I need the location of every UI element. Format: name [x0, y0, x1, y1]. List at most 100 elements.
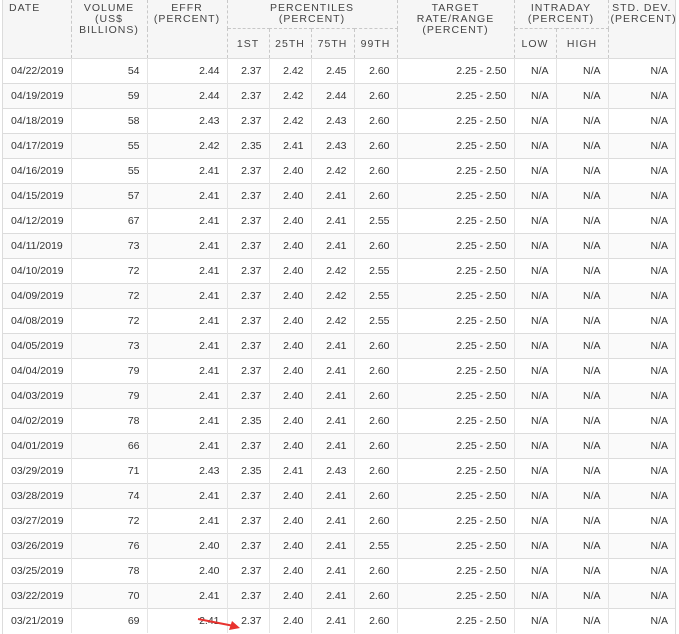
cell-p75: 2.41	[311, 183, 355, 209]
cell-p1: 2.37	[227, 508, 270, 534]
cell-intraday-high: N/A	[556, 258, 609, 284]
cell-p1: 2.37	[227, 83, 270, 109]
cell-p1: 2.35	[227, 458, 270, 484]
table-row: 04/05/2019 73 2.41 2.37 2.40 2.41 2.60 2.25 - 2…	[3, 333, 676, 359]
cell-std-dev: N/A	[608, 183, 676, 209]
cell-target-rate: 2.25 - 2.50	[397, 308, 515, 334]
table-row: 04/01/2019 66 2.41 2.37 2.40 2.41 2.60 2.25 - 2…	[3, 433, 676, 459]
cell-p75: 2.41	[311, 233, 355, 259]
cell-date: 04/04/2019	[3, 358, 72, 384]
cell-intraday-high: N/A	[556, 383, 609, 409]
header-p99[interactable]: 99TH	[354, 28, 398, 59]
cell-intraday-low: N/A	[514, 358, 557, 384]
cell-date: 04/15/2019	[3, 183, 72, 209]
cell-volume: 66	[71, 433, 148, 459]
cell-date: 04/18/2019	[3, 108, 72, 134]
header-p1[interactable]: 1ST	[227, 28, 270, 59]
cell-date: 03/26/2019	[3, 533, 72, 559]
cell-p25: 2.40	[269, 558, 312, 584]
table-row: 04/11/2019 73 2.41 2.37 2.40 2.41 2.60 2.25 - 2…	[3, 233, 676, 259]
cell-intraday-high: N/A	[556, 283, 609, 309]
cell-intraday-high: N/A	[556, 408, 609, 434]
cell-intraday-low: N/A	[514, 433, 557, 459]
cell-p99: 2.60	[354, 183, 398, 209]
cell-intraday-low: N/A	[514, 608, 557, 633]
cell-p25: 2.42	[269, 108, 312, 134]
cell-intraday-low: N/A	[514, 58, 557, 84]
cell-date: 03/28/2019	[3, 483, 72, 509]
cell-target-rate: 2.25 - 2.50	[397, 458, 515, 484]
header-p25[interactable]: 25TH	[269, 28, 312, 59]
cell-p25: 2.40	[269, 333, 312, 359]
cell-target-rate: 2.25 - 2.50	[397, 58, 515, 84]
cell-effr: 2.40	[147, 533, 228, 559]
cell-std-dev: N/A	[608, 233, 676, 259]
table-row: 03/28/2019 74 2.41 2.37 2.40 2.41 2.60 2.25 - 2…	[3, 483, 676, 509]
cell-p25: 2.42	[269, 83, 312, 109]
cell-intraday-low: N/A	[514, 533, 557, 559]
cell-p99: 2.60	[354, 358, 398, 384]
cell-p25: 2.42	[269, 58, 312, 84]
cell-p99: 2.60	[354, 108, 398, 134]
cell-target-rate: 2.25 - 2.50	[397, 258, 515, 284]
cell-volume: 54	[71, 58, 148, 84]
cell-p75: 2.41	[311, 508, 355, 534]
cell-p1: 2.37	[227, 58, 270, 84]
table-row: 04/10/2019 72 2.41 2.37 2.40 2.42 2.55 2.25 - 2…	[3, 258, 676, 284]
cell-volume: 72	[71, 508, 148, 534]
cell-effr: 2.41	[147, 358, 228, 384]
cell-p99: 2.60	[354, 383, 398, 409]
cell-p25: 2.40	[269, 608, 312, 633]
cell-p1: 2.37	[227, 183, 270, 209]
header-target-rate[interactable]: TARGET RATE/RANGE (PERCENT)	[397, 0, 515, 59]
header-volume[interactable]: VOLUME (US$ BILLIONS)	[71, 0, 148, 59]
cell-p75: 2.41	[311, 408, 355, 434]
cell-intraday-high: N/A	[556, 358, 609, 384]
cell-p99: 2.60	[354, 508, 398, 534]
cell-std-dev: N/A	[608, 158, 676, 184]
cell-volume: 59	[71, 83, 148, 109]
cell-p99: 2.60	[354, 583, 398, 609]
cell-intraday-low: N/A	[514, 583, 557, 609]
cell-target-rate: 2.25 - 2.50	[397, 133, 515, 159]
cell-p1: 2.37	[227, 333, 270, 359]
cell-p1: 2.37	[227, 258, 270, 284]
cell-effr: 2.41	[147, 408, 228, 434]
cell-std-dev: N/A	[608, 58, 676, 84]
cell-effr: 2.41	[147, 308, 228, 334]
cell-p25: 2.40	[269, 283, 312, 309]
cell-std-dev: N/A	[608, 83, 676, 109]
header-high[interactable]: HIGH	[556, 28, 609, 59]
cell-p1: 2.37	[227, 233, 270, 259]
cell-std-dev: N/A	[608, 208, 676, 234]
cell-p99: 2.60	[354, 408, 398, 434]
cell-p1: 2.35	[227, 408, 270, 434]
header-p75[interactable]: 75TH	[311, 28, 355, 59]
cell-p1: 2.37	[227, 308, 270, 334]
cell-intraday-low: N/A	[514, 558, 557, 584]
header-date[interactable]: DATE	[3, 0, 72, 59]
cell-p25: 2.40	[269, 308, 312, 334]
cell-p25: 2.40	[269, 183, 312, 209]
cell-std-dev: N/A	[608, 483, 676, 509]
cell-p25: 2.40	[269, 508, 312, 534]
cell-date: 04/09/2019	[3, 283, 72, 309]
cell-target-rate: 2.25 - 2.50	[397, 333, 515, 359]
cell-p75: 2.41	[311, 433, 355, 459]
cell-p99: 2.55	[354, 283, 398, 309]
cell-date: 03/22/2019	[3, 583, 72, 609]
cell-date: 03/25/2019	[3, 558, 72, 584]
cell-intraday-high: N/A	[556, 508, 609, 534]
cell-p75: 2.42	[311, 258, 355, 284]
cell-target-rate: 2.25 - 2.50	[397, 583, 515, 609]
header-low[interactable]: LOW	[514, 28, 557, 59]
cell-volume: 72	[71, 258, 148, 284]
cell-p25: 2.41	[269, 133, 312, 159]
header-effr[interactable]: EFFR (PERCENT)	[147, 0, 228, 59]
cell-p99: 2.60	[354, 233, 398, 259]
cell-effr: 2.41	[147, 208, 228, 234]
cell-volume: 74	[71, 483, 148, 509]
cell-effr: 2.43	[147, 458, 228, 484]
header-std-dev[interactable]: STD. DEV. (PERCENT)	[608, 0, 676, 59]
cell-p25: 2.40	[269, 533, 312, 559]
